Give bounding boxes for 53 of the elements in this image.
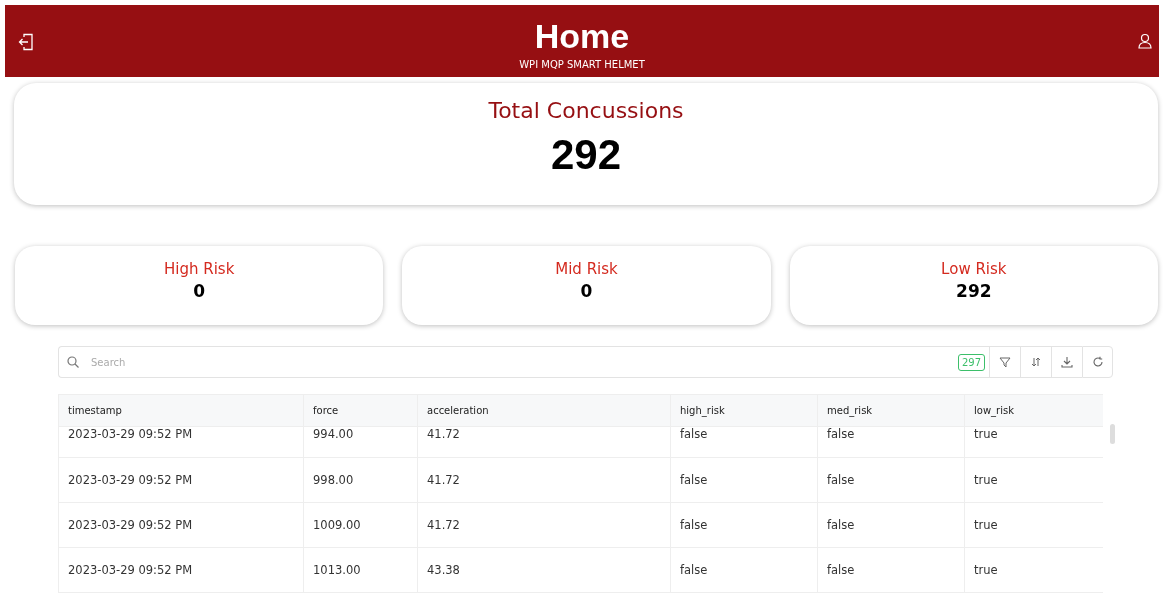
table-cell: 2023-03-29 09:52 PM <box>58 548 303 593</box>
table-cell: 2023-03-29 09:52 PM <box>58 427 303 458</box>
table-cell: 2023-03-29 09:52 PM <box>58 458 303 503</box>
logout-icon[interactable] <box>18 33 34 51</box>
column-header[interactable]: high_risk <box>670 394 817 427</box>
table-cell: false <box>817 427 964 458</box>
refresh-button[interactable] <box>1082 346 1113 378</box>
table-cell: false <box>670 548 817 593</box>
table-cell: 43.38 <box>417 548 670 593</box>
table-cell: false <box>817 503 964 548</box>
risk-count: 292 <box>956 281 992 301</box>
risk-count: 0 <box>193 281 206 301</box>
risk-label: High Risk <box>164 260 235 278</box>
table-cell: 41.72 <box>417 427 670 458</box>
table-cell: 2023-03-29 09:52 PM <box>58 503 303 548</box>
column-header[interactable]: low_risk <box>964 394 1103 427</box>
table-cell: false <box>817 458 964 503</box>
column-header[interactable]: acceleration <box>417 394 670 427</box>
row-count: 297 <box>957 353 985 371</box>
filter-button[interactable] <box>989 346 1020 378</box>
risk-label: Mid Risk <box>555 260 618 278</box>
scrollbar[interactable] <box>1110 424 1115 444</box>
table-cell: false <box>670 458 817 503</box>
table-cell: false <box>670 503 817 548</box>
table-cell: 41.72 <box>417 458 670 503</box>
download-button[interactable] <box>1051 346 1082 378</box>
total-count: 292 <box>550 131 622 179</box>
table-cell: true <box>964 548 1103 593</box>
refresh-icon <box>1091 356 1104 368</box>
page-title: Home <box>534 17 630 55</box>
search-icon <box>67 356 79 368</box>
table-cell: true <box>964 427 1103 458</box>
sort-button[interactable] <box>1020 346 1051 378</box>
page-subtitle: WPI MQP SMART HELMET <box>519 59 645 70</box>
table-cell: true <box>964 503 1103 548</box>
sort-icon <box>1030 356 1042 368</box>
download-icon <box>1061 356 1073 368</box>
table-cell: 41.72 <box>417 503 670 548</box>
table-cell: false <box>670 427 817 458</box>
table-cell: 998.00 <box>303 458 417 503</box>
column-header[interactable]: med_risk <box>817 394 964 427</box>
table-cell: false <box>817 548 964 593</box>
column-header[interactable]: force <box>303 394 417 427</box>
table-cell: 994.00 <box>303 427 417 458</box>
risk-label: Low Risk <box>941 260 1007 278</box>
user-icon[interactable] <box>1138 33 1154 49</box>
risk-count: 0 <box>580 281 593 301</box>
filter-icon <box>999 356 1011 368</box>
table-cell: true <box>964 458 1103 503</box>
table-cell: 1013.00 <box>303 548 417 593</box>
card-title: Total Concussions <box>488 98 684 123</box>
table-cell: 1009.00 <box>303 503 417 548</box>
column-header[interactable]: timestamp <box>58 394 303 427</box>
